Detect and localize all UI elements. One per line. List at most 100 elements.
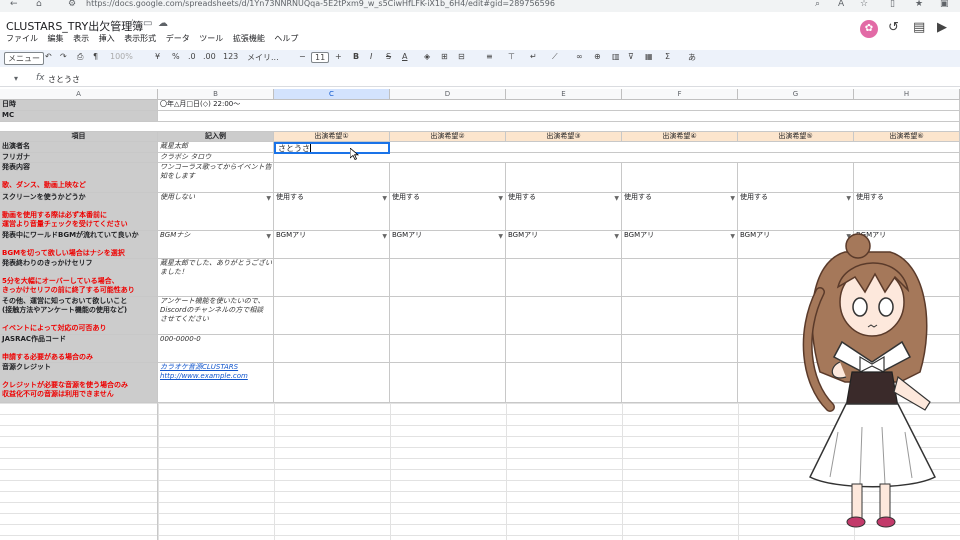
col-header-g[interactable]: G — [738, 89, 854, 100]
menu-format[interactable]: 表示形式 — [124, 34, 156, 43]
read-aloud-icon[interactable]: A — [838, 0, 844, 9]
cell-credit-d[interactable] — [390, 363, 506, 403]
cell-content-h[interactable] — [854, 163, 960, 193]
font-size-increase-icon[interactable]: + — [335, 52, 342, 61]
merge-cells-icon[interactable]: ⊟ — [458, 52, 465, 61]
align-icon[interactable]: ≡ — [486, 52, 493, 61]
home-icon[interactable]: ⌂ — [36, 0, 42, 9]
comment-insert-icon[interactable]: ⊕ — [594, 52, 601, 61]
favorites-bar-icon[interactable]: ★ — [915, 0, 923, 9]
cell-performer-label[interactable]: 出演者名 — [0, 142, 158, 153]
credit-example-link2[interactable]: http://www.example.com — [160, 372, 271, 381]
cell-performer-example[interactable]: 蔵星太郎 — [158, 142, 274, 153]
cell-screen-d[interactable]: 使用する ▼ — [390, 193, 506, 231]
meet-icon[interactable]: ▶ — [937, 20, 947, 35]
split-screen-icon[interactable]: ▯ — [890, 0, 895, 9]
dropdown-arrow-icon[interactable]: ▼ — [382, 194, 387, 203]
text-rotation-icon[interactable]: ⟋ — [552, 52, 558, 62]
cell-cue-c[interactable] — [274, 259, 390, 297]
cell-other-c[interactable] — [274, 297, 390, 335]
menu-edit[interactable]: 編集 — [48, 34, 64, 43]
col-header-c[interactable]: C — [274, 89, 390, 100]
cell-bgm-c[interactable]: BGMアリ ▼ — [274, 231, 390, 259]
move-icon[interactable]: ▭ — [143, 18, 152, 29]
fill-color-icon[interactable]: ◈ — [424, 52, 430, 61]
dropdown-arrow-icon[interactable]: ▼ — [730, 232, 735, 241]
cell-datetime-value[interactable]: 〇年△月□日(◇) 22:00〜 — [158, 100, 960, 111]
chart-icon[interactable]: ▥ — [612, 52, 620, 61]
cell-content-label[interactable]: 発表内容 歌、ダンス、動画上映など — [0, 163, 158, 193]
cell-jasrac-f[interactable] — [622, 335, 738, 363]
cell-other-d[interactable] — [390, 297, 506, 335]
url-text[interactable]: https://docs.google.com/spreadsheets/d/1… — [86, 0, 555, 8]
formula-input[interactable]: さとうさ — [48, 74, 80, 85]
cell-slot-header-6[interactable]: 出演希望⑥ — [854, 132, 960, 142]
dropdown-arrow-icon[interactable]: ▼ — [730, 194, 735, 203]
cell-jasrac-d[interactable] — [390, 335, 506, 363]
bold-icon[interactable]: B — [353, 52, 359, 61]
cell-mc-label[interactable]: MC — [0, 111, 158, 122]
cell-jasrac-example[interactable]: 000-0000-0 — [158, 335, 274, 363]
cell-blank-row[interactable] — [0, 122, 960, 132]
cell-screen-e[interactable]: 使用する ▼ — [506, 193, 622, 231]
cell-slot-header-5[interactable]: 出演希望⑤ — [738, 132, 854, 142]
cell-content-example[interactable]: ワンコーラス歌ってからイベント告 知をします — [158, 163, 274, 193]
cell-performer-rest[interactable] — [390, 142, 960, 153]
cell-cue-example[interactable]: 蔵星太郎でした、ありがとうござい ました！ — [158, 259, 274, 297]
cell-bgm-f[interactable]: BGMアリ ▼ — [622, 231, 738, 259]
col-header-d[interactable]: D — [390, 89, 506, 100]
name-box[interactable]: ▾ — [14, 74, 18, 83]
zoom-select[interactable]: 100% — [110, 52, 133, 61]
menu-view[interactable]: 表示 — [73, 34, 89, 43]
menu-tools[interactable]: ツール — [199, 34, 223, 43]
menu-help[interactable]: ヘルプ — [274, 34, 298, 43]
vertical-align-icon[interactable]: ⊤ — [508, 52, 515, 61]
cell-screen-c[interactable]: 使用する ▼ — [274, 193, 390, 231]
cell-jasrac-label[interactable]: JASRAC作品コード 申請する必要がある場合のみ — [0, 335, 158, 363]
favorite-icon[interactable]: ☆ — [860, 0, 868, 9]
cell-content-d[interactable] — [390, 163, 506, 193]
redo-icon[interactable]: ↷ — [60, 52, 67, 61]
cell-screen-h[interactable]: 使用する — [854, 193, 960, 231]
col-header-f[interactable]: F — [622, 89, 738, 100]
cell-content-e[interactable] — [506, 163, 622, 193]
cell-other-label[interactable]: その他、運営に知っておいて欲しいこと (接触方法やアンケート機能の使用など) イ… — [0, 297, 158, 335]
print-icon[interactable]: ⎙ — [77, 52, 83, 62]
filter-icon[interactable]: ⊽ — [628, 52, 634, 61]
cell-mc-value[interactable] — [158, 111, 960, 122]
cell-furigana-rest[interactable] — [274, 153, 960, 163]
cell-screen-label[interactable]: スクリーンを使うかどうか 動画を使用する際は必ず本番前に 運営より音量チェックを… — [0, 193, 158, 231]
cell-cue-d[interactable] — [390, 259, 506, 297]
cell-jasrac-c[interactable] — [274, 335, 390, 363]
menu-file[interactable]: ファイル — [6, 34, 38, 43]
menu-insert[interactable]: 挿入 — [99, 34, 115, 43]
italic-icon[interactable]: I — [370, 52, 372, 61]
dropdown-arrow-icon[interactable]: ▼ — [266, 232, 271, 241]
dropdown-arrow-icon[interactable]: ▼ — [614, 232, 619, 241]
dropdown-arrow-icon[interactable]: ▼ — [498, 194, 503, 203]
cell-editor-text[interactable]: さとうさ — [278, 144, 310, 152]
cell-credit-e[interactable] — [506, 363, 622, 403]
dropdown-arrow-icon[interactable]: ▼ — [846, 194, 851, 203]
comment-icon[interactable]: ▤ — [913, 20, 925, 35]
cell-credit-c[interactable] — [274, 363, 390, 403]
history-icon[interactable]: ↺ — [888, 20, 899, 35]
filter-views-icon[interactable]: ▦ — [645, 52, 653, 61]
dropdown-arrow-icon[interactable]: ▼ — [382, 232, 387, 241]
cell-other-example[interactable]: アンケート機能を使いたいので、 Discordのチャンネルの方で相談 させてくだ… — [158, 297, 274, 335]
decrease-decimal-button[interactable]: .0 — [188, 52, 196, 61]
cell-bgm-label[interactable]: 発表中にワールドBGMが流れていて良いか BGMを切って欲しい場合はナシを選択 — [0, 231, 158, 259]
cell-example-header[interactable]: 記入例 — [158, 132, 274, 142]
cell-slot-header-4[interactable]: 出演希望④ — [622, 132, 738, 142]
text-wrap-icon[interactable]: ↵ — [530, 52, 537, 61]
cell-screen-f[interactable]: 使用する ▼ — [622, 193, 738, 231]
input-tools-button[interactable]: あ — [688, 52, 696, 63]
star-icon[interactable]: ☆ — [128, 18, 137, 29]
cell-credit-example[interactable]: カラオケ音源CLUSTARS http://www.example.com — [158, 363, 274, 403]
strikethrough-icon[interactable]: S — [386, 52, 391, 61]
menu-data[interactable]: データ — [166, 34, 190, 43]
cell-furigana-example[interactable]: クラボシ タロウ — [158, 153, 274, 163]
cell-furigana-label[interactable]: フリガナ — [0, 153, 158, 163]
dropdown-arrow-icon[interactable]: ▼ — [498, 232, 503, 241]
font-size-decrease-icon[interactable]: − — [299, 52, 306, 61]
